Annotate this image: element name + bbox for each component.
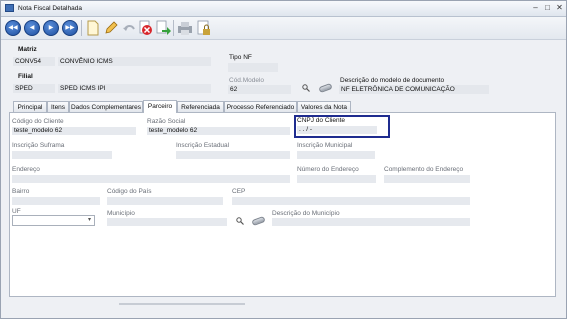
codigo-cliente-label: Código do Cliente <box>12 118 64 125</box>
toolbar: ◀◀ ◀ ▶ ▶▶ <box>1 17 566 40</box>
matriz-name-field[interactable]: CONVÊNIO ICMS <box>58 57 211 66</box>
first-record-icon[interactable]: ◀◀ <box>5 20 21 36</box>
tab-itens[interactable]: Itens <box>47 101 69 112</box>
undo-icon[interactable] <box>121 20 137 36</box>
uf-select[interactable]: ▾ <box>12 215 95 226</box>
delete-icon[interactable] <box>138 20 154 36</box>
cod-modelo-field[interactable]: 62 <box>228 85 291 94</box>
codigo-pais-field[interactable] <box>107 197 223 205</box>
prev-record-icon[interactable]: ◀ <box>24 20 40 36</box>
tipo-nf-label: Tipo NF <box>229 54 252 61</box>
tipo-nf-field[interactable] <box>228 63 278 72</box>
matriz-code-field[interactable]: CONV54 <box>13 57 55 66</box>
complemento-field[interactable] <box>384 175 470 183</box>
descricao-municipio-label: Descrição do Município <box>272 210 340 217</box>
cep-field[interactable] <box>232 197 470 205</box>
eraser-icon[interactable] <box>318 82 333 94</box>
cnpj-field[interactable]: . . / - <box>297 126 377 134</box>
inscricao-municipal-label: Inscrição Municipal <box>297 142 353 149</box>
inscricao-municipal-field[interactable] <box>297 151 375 159</box>
cep-label: CEP <box>232 188 246 195</box>
tab-valores-da-nota[interactable]: Valores da Nota <box>297 101 351 112</box>
uf-label: UF <box>12 208 21 215</box>
new-document-icon[interactable] <box>85 20 101 36</box>
tab-processo-referenciado[interactable]: Processo Referenciado <box>224 101 297 112</box>
numero-endereco-label: Número do Endereço <box>297 166 359 173</box>
matriz-label: Matriz <box>18 46 37 53</box>
next-record-icon[interactable]: ▶ <box>43 20 59 36</box>
app-icon <box>5 4 14 12</box>
descricao-modelo-field[interactable]: NF ELETRÔNICA DE COMUNICAÇÃO <box>339 85 489 94</box>
codigo-pais-label: Código do País <box>107 188 152 195</box>
parceiro-panel: Código do Cliente teste_modelo 62 Razão … <box>9 112 556 297</box>
last-record-icon[interactable]: ▶▶ <box>62 20 78 36</box>
lock-icon[interactable] <box>196 20 212 36</box>
descricao-modelo-label: Descrição do modelo de documento <box>340 77 445 84</box>
maximize-button[interactable]: □ <box>542 3 553 13</box>
printer-icon[interactable] <box>177 20 193 36</box>
municipio-field[interactable] <box>107 218 227 226</box>
inscricao-suframa-field[interactable] <box>12 151 112 159</box>
chevron-down-icon[interactable]: ▾ <box>85 216 94 225</box>
toolbar-separator <box>173 20 174 36</box>
tab-parceiro[interactable]: Parceiro <box>143 100 177 113</box>
filial-name-field[interactable]: SPED ICMS IPI <box>58 84 211 93</box>
edit-pencil-icon[interactable] <box>103 20 119 36</box>
filial-label: Filial <box>18 73 33 80</box>
search-icon[interactable] <box>302 84 310 92</box>
razao-social-field[interactable]: teste_modelo 62 <box>147 127 290 135</box>
close-button[interactable]: ✕ <box>554 3 565 13</box>
codigo-cliente-field[interactable]: teste_modelo 62 <box>12 127 136 135</box>
tab-referenciada[interactable]: Referenciada <box>177 101 224 112</box>
inscricao-estadual-field[interactable] <box>176 151 290 159</box>
header-panel: Matriz CONV54 CONVÊNIO ICMS Tipo NF Fili… <box>9 41 557 99</box>
numero-endereco-field[interactable] <box>297 175 376 183</box>
cod-modelo-label: Cód.Modelo <box>229 77 265 84</box>
complemento-label: Complemento do Endereço <box>384 166 464 173</box>
cnpj-label: CNPJ do Cliente <box>297 117 346 124</box>
eraser-icon[interactable] <box>251 215 266 227</box>
tab-principal[interactable]: Principal <box>13 101 47 112</box>
descricao-municipio-field[interactable] <box>272 218 470 226</box>
save-arrow-icon[interactable] <box>155 20 171 36</box>
window-title: Nota Fiscal Detalhada <box>18 5 82 12</box>
toolbar-separator <box>81 20 82 36</box>
filial-code-field[interactable]: SPED <box>13 84 55 93</box>
minimize-button[interactable]: – <box>530 3 541 13</box>
bairro-field[interactable] <box>12 197 100 205</box>
razao-social-label: Razão Social <box>147 118 186 125</box>
tab-dados-complementares[interactable]: Dados Complementares <box>69 101 143 112</box>
search-icon[interactable] <box>236 217 244 225</box>
horizontal-scrollbar[interactable] <box>119 303 245 305</box>
municipio-label: Município <box>107 210 135 217</box>
nota-fiscal-window: Nota Fiscal Detalhada – □ ✕ ◀◀ ◀ ▶ ▶▶ Ma… <box>0 0 567 319</box>
endereco-label: Endereço <box>12 166 40 173</box>
inscricao-suframa-label: Inscrição Suframa <box>12 142 65 149</box>
inscricao-estadual-label: Inscrição Estadual <box>176 142 230 149</box>
endereco-field[interactable] <box>12 175 290 183</box>
bairro-label: Bairro <box>12 188 30 195</box>
title-bar: Nota Fiscal Detalhada – □ ✕ <box>1 1 566 17</box>
